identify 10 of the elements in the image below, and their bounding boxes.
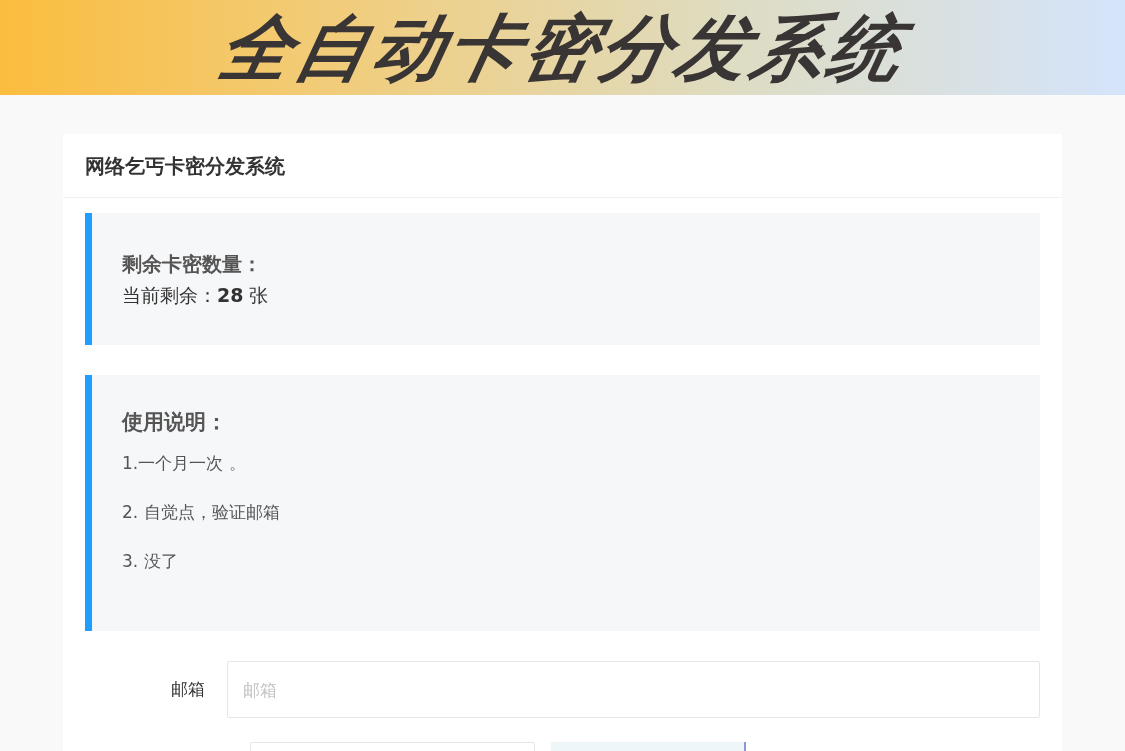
stock-heading: 剩余卡密数量： [122,251,263,278]
stock-text: 当前剩余：28 张 [122,283,270,308]
card-title: 网络乞丐卡密分发系统 [85,152,285,180]
field-label: 邮箱 [170,677,206,701]
instruction-line: 1.一个月一次 。 [122,452,247,475]
instruction-line: 2. 自觉点，验证邮箱 [122,501,281,524]
instructions-heading: 使用说明： [122,409,228,436]
banner-title: 全自动卡密分发系统 [212,11,913,84]
email-field[interactable]: 邮箱 [227,661,1040,718]
instruction-line: 3. 没了 [122,550,179,573]
